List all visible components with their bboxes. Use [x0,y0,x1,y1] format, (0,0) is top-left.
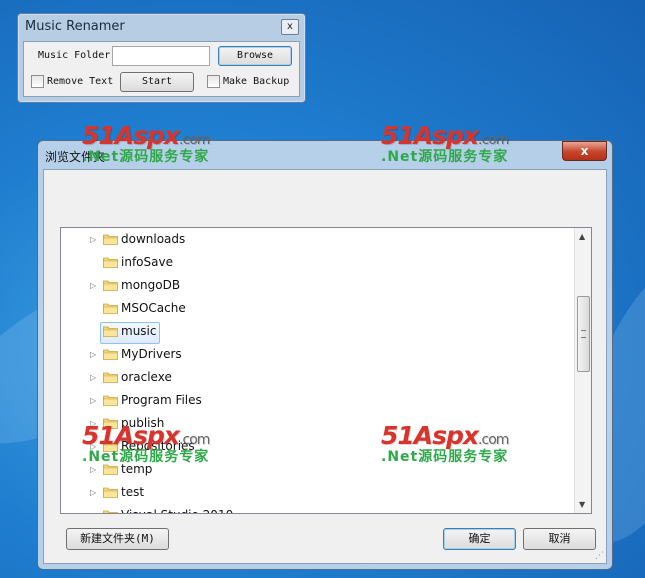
scroll-thumb[interactable] [577,296,590,372]
folder-icon [103,257,118,268]
folder-icon [103,487,118,498]
folder-tree-item[interactable]: ▷ downloads [61,230,571,250]
make-backup-checkbox[interactable] [207,75,220,88]
folder-tree-item[interactable]: music [61,322,571,344]
ok-button[interactable]: 确定 [443,528,516,550]
expand-arrow-icon[interactable]: ▷ [90,373,96,382]
expand-arrow-icon[interactable]: ▷ [90,396,96,405]
expand-arrow-icon[interactable]: ▷ [90,488,96,497]
folder-label: Visual Studio 2010 [121,508,233,513]
watermark-tagline: .Net源码服务专家 [381,449,509,465]
browse-button[interactable]: Browse [218,46,292,66]
folder-label: Program Files [121,393,202,407]
dialog-close-button[interactable]: x [562,141,607,161]
watermark-tagline: .Net源码服务专家 [82,149,210,165]
watermark: 51Aspx.com .Net源码服务专家 [381,121,509,166]
folder-icon [103,234,118,245]
watermark: 51Aspx.com .Net源码服务专家 [82,121,210,166]
resize-grip-icon[interactable]: ⋰ [595,551,604,561]
folder-icon [103,303,118,314]
cancel-button[interactable]: 取消 [523,528,596,550]
folder-icon [103,280,118,291]
scroll-up-icon[interactable]: ▲ [579,232,585,241]
folder-icon [103,395,118,406]
remove-text-checkbox[interactable] [31,75,44,88]
new-folder-button[interactable]: 新建文件夹(M) [66,528,169,550]
music-folder-label: Music Folder [38,50,111,61]
folder-icon [103,372,118,383]
scroll-down-icon[interactable]: ▼ [579,500,585,509]
folder-label: infoSave [121,255,173,269]
folder-icon [103,326,118,337]
folder-label: oraclexe [121,370,172,384]
folder-tree-item[interactable]: ▷ test [61,483,571,503]
watermark-tagline: .Net源码服务专家 [381,149,509,165]
watermark-tagline: .Net源码服务专家 [82,449,210,465]
folder-label: music [121,324,157,338]
expand-arrow-icon[interactable]: ▷ [90,350,96,359]
folder-tree-item[interactable]: infoSave [61,253,571,273]
folder-label: test [121,485,145,499]
grip-icon [581,330,586,338]
dialog-client: ▷ downloads infoSave ▷ mongoDB MSOCache music ▷… [43,169,607,564]
folder-icon [103,510,118,513]
remove-text-label: Remove Text [47,76,114,87]
window-title: Music Renamer [25,19,125,34]
start-button[interactable]: Start [120,72,194,92]
folder-label: MSOCache [121,301,186,315]
music-renamer-window: Music Renamer x Music Folder Browse Remo… [17,13,306,103]
expand-arrow-icon[interactable]: ▷ [90,235,96,244]
watermark: 51Aspx.com .Net源码服务专家 [82,421,210,466]
folder-tree-item[interactable]: ▷ Visual Studio 2010 [61,506,571,513]
music-folder-input[interactable] [112,46,210,66]
expand-arrow-icon[interactable]: ▷ [90,281,96,290]
browse-folder-dialog: 浏览文件夹 x ▷ downloads infoSave ▷ mongoDB MSOCac… [37,140,613,570]
expand-arrow-icon[interactable]: ▷ [90,465,96,474]
folder-tree-item[interactable]: ▷ MyDrivers [61,345,571,365]
folder-tree-item[interactable]: ▷ mongoDB [61,276,571,296]
close-button[interactable]: x [281,19,299,35]
folder-label: downloads [121,232,186,246]
folder-tree-item[interactable]: ▷ oraclexe [61,368,571,388]
folder-icon [103,349,118,360]
folder-label: MyDrivers [121,347,182,361]
music-renamer-client: Music Folder Browse Remove Text Start Ma… [23,41,300,97]
expand-arrow-icon[interactable]: ▷ [90,511,96,513]
folder-tree-item[interactable]: MSOCache [61,299,571,319]
watermark: 51Aspx.com .Net源码服务专家 [381,421,509,466]
vertical-scrollbar[interactable]: ▲ ▼ [574,228,591,513]
make-backup-label: Make Backup [223,76,290,87]
folder-tree[interactable]: ▷ downloads infoSave ▷ mongoDB MSOCache music ▷… [60,227,592,514]
folder-label: mongoDB [121,278,181,292]
folder-tree-item[interactable]: ▷ Program Files [61,391,571,411]
